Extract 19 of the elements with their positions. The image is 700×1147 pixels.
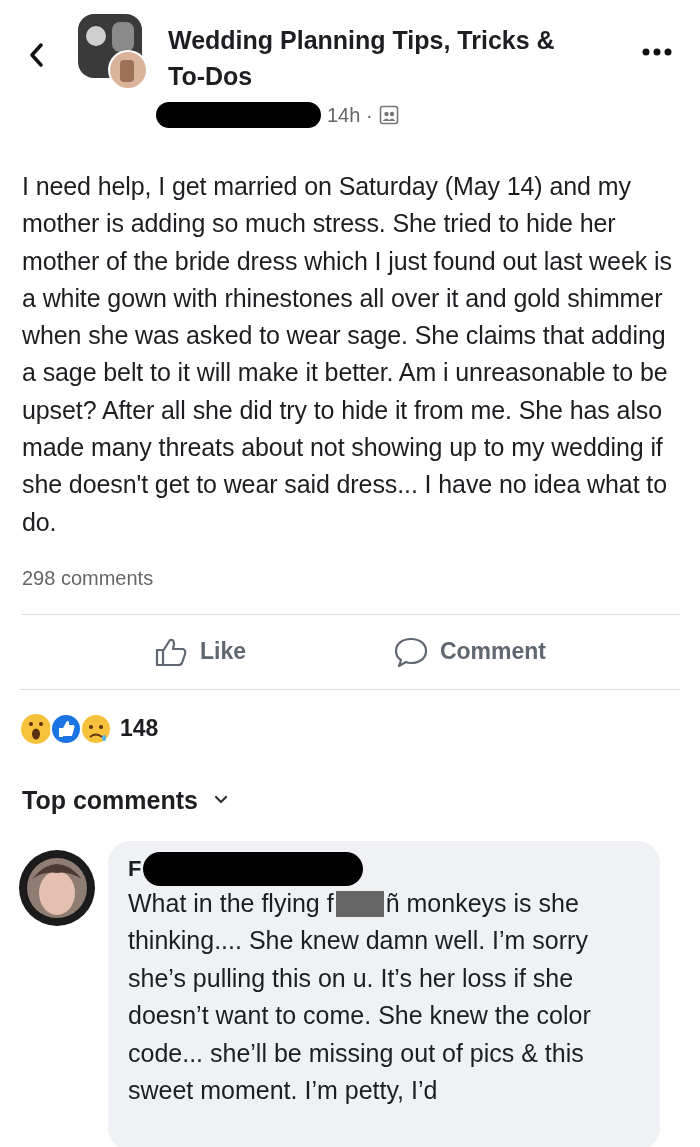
group-privacy-icon [378,105,399,125]
comment-button[interactable]: Comment [385,628,554,675]
comment-text: What in the flying f [128,887,334,919]
sort-label[interactable]: Top comments [22,785,198,815]
chevron-down-icon[interactable] [213,795,228,806]
comments-count[interactable]: 298 comments [22,566,680,615]
speech-bubble-icon [393,636,428,667]
group-name[interactable]: Wedding Planning Tips, Tricks & To-Dos [168,22,568,94]
thumbs-up-icon [153,636,188,667]
comment-text: thinking.... She knew damn well. I’m sorry she’s pulling this on u. It’s her loss if she doesn’t want to come. She knew the color code... she’ll be missing out of pics & this sweet moment. I’m petty, I’d [128,925,592,1107]
reaction-count: 148 [120,715,159,743]
commenter-name[interactable]: F [128,855,142,882]
redaction-mark [335,890,384,917]
more-options-icon[interactable] [642,48,672,56]
back-icon[interactable] [28,42,44,68]
post-time: 14h · [327,103,373,127]
comment-text: ñ monkeys is she [385,887,579,919]
like-button[interactable]: Like [145,628,254,675]
post-text: I need help, I get married on Saturday (May 14) and my mother is adding so much stress. She tried to hide her mother of the bride dress which I just found out last week is a white gown with rhinestones all over it and gold shimmer when she was asked to wear sage. She claims that adding a sage belt to it will make it better. Am i unreasonable to be upset? After all she did try to hide it from me. She has also made many threats about not showing up to my wedding if she doesn't get to wear said dress... I have no idea what to do. [22,171,673,538]
